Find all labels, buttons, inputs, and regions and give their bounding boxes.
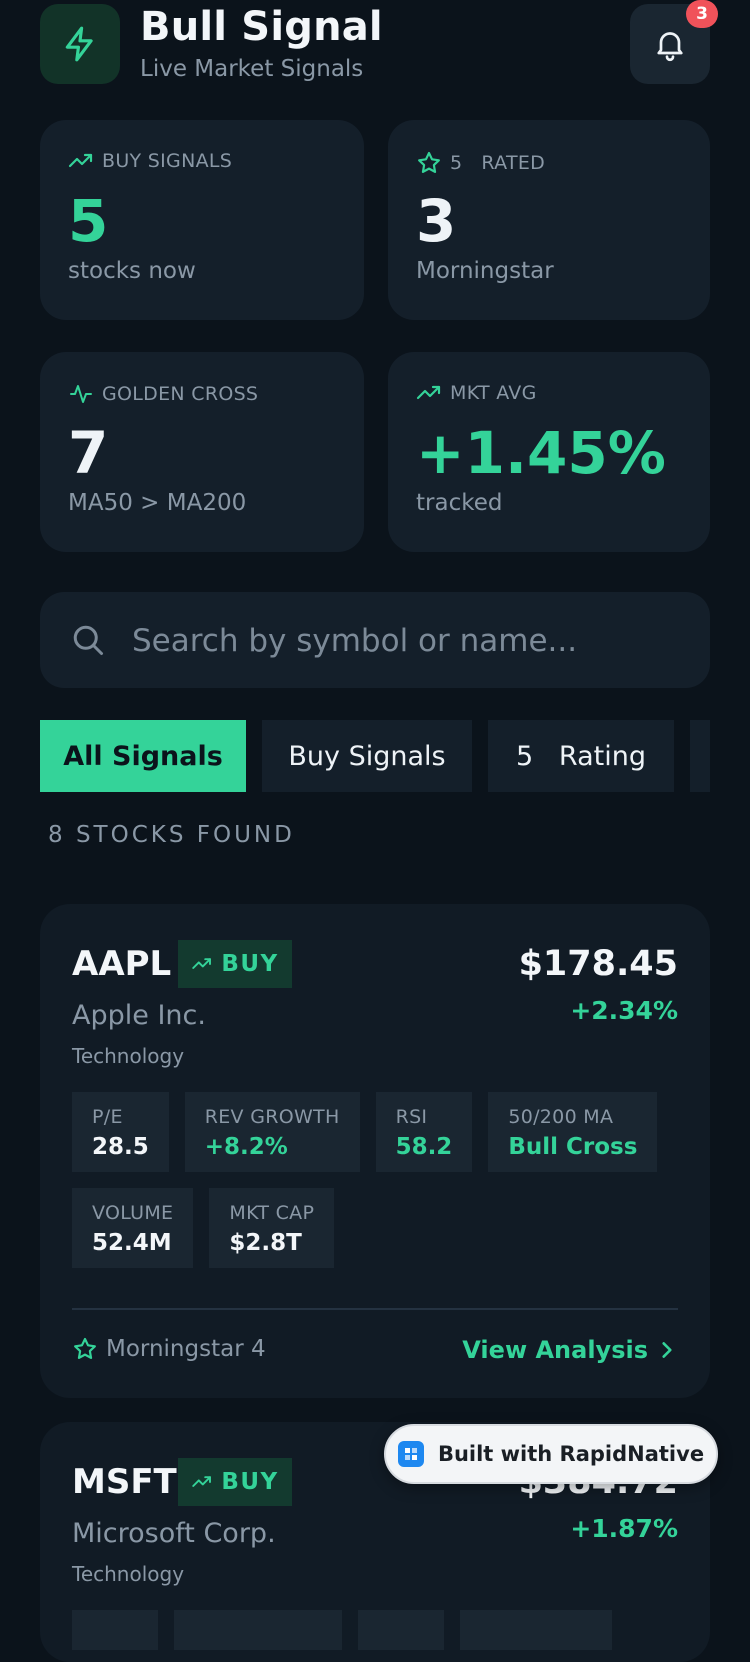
- sector: Technology: [72, 1044, 185, 1068]
- stat-label: MKT AVG: [450, 382, 537, 404]
- metric-rev-growth: REV GROWTH +8.2%: [184, 1092, 360, 1172]
- notification-badge: 3: [686, 0, 718, 28]
- metric-label: P/E: [92, 1106, 123, 1128]
- stat-label-row: GOLDEN CROSS: [68, 382, 258, 406]
- buy-badge: BUY: [178, 1458, 292, 1506]
- metrics-grid: P/E 28.5 REV GROWTH +8.2% RSI 58.2 50/20…: [72, 1092, 678, 1268]
- stat-sub: stocks now: [68, 258, 196, 284]
- tab-overflow[interactable]: [690, 720, 710, 792]
- search-icon: [73, 625, 103, 655]
- metric-rsi: RSI 58.2: [375, 1092, 473, 1172]
- search-bar: [40, 592, 710, 688]
- price-change: +2.34%: [570, 996, 678, 1025]
- card-divider: [72, 1308, 678, 1310]
- metric-value: 58.2: [395, 1134, 453, 1160]
- stat-sub: tracked: [416, 490, 503, 516]
- star-icon: [74, 1337, 96, 1359]
- company-name: Apple Inc.: [72, 1000, 206, 1031]
- stat-label-row: 5 RATED: [416, 150, 545, 176]
- metric-label: MKT CAP: [229, 1202, 315, 1224]
- tab-all-signals[interactable]: All Signals: [40, 720, 246, 792]
- view-analysis-label: View Analysis: [462, 1336, 648, 1364]
- built-with-badge[interactable]: Built with RapidNative: [384, 1424, 718, 1484]
- stat-card-market-average: MKT AVG +1.45% tracked: [388, 352, 710, 552]
- rapidnative-logo-icon: [397, 1441, 424, 1467]
- bell-icon: [657, 32, 683, 62]
- metric-label: VOLUME: [92, 1202, 174, 1224]
- signal-label: BUY: [221, 1469, 279, 1495]
- metric-chip: [174, 1610, 342, 1650]
- stock-symbol: MSFT: [72, 1462, 177, 1502]
- app-logo: [40, 4, 120, 84]
- app-title: Bull Signal: [140, 4, 383, 50]
- metric-value: Bull Cross: [508, 1134, 638, 1160]
- stock-card-aapl[interactable]: AAPL BUY Apple Inc. Technology $178.45 +…: [40, 904, 710, 1398]
- stat-label: 5 RATED: [450, 152, 546, 174]
- morningstar-label: Morningstar 4: [106, 1336, 266, 1362]
- price-change: +1.87%: [570, 1514, 678, 1543]
- stat-sub: Morningstar: [416, 258, 554, 284]
- metric-value: +8.2%: [204, 1134, 288, 1160]
- stat-label: GOLDEN CROSS: [102, 383, 259, 405]
- stock-symbol: AAPL: [72, 944, 172, 984]
- built-with-label: Built with RapidNative: [437, 1442, 705, 1466]
- metric-label: RSI: [395, 1106, 428, 1128]
- morningstar-rating: Morningstar 4: [72, 1336, 266, 1362]
- signal-label: BUY: [221, 951, 279, 977]
- metric-chip: [72, 1610, 158, 1650]
- trending-up-icon: [192, 1476, 212, 1487]
- results-count: 8 STOCKS FOUND: [48, 822, 295, 848]
- metric-pe: P/E 28.5: [72, 1092, 169, 1172]
- stock-price: $178.45: [518, 944, 678, 984]
- trending-up-icon: [416, 385, 441, 400]
- app-subtitle: Live Market Signals: [140, 56, 364, 82]
- metric-volume: VOLUME 52.4M: [72, 1188, 194, 1268]
- stat-card-rated: 5 RATED 3 Morningstar: [388, 120, 710, 320]
- star-icon: [418, 151, 440, 173]
- metric-moving-average: 50/200 MA Bull Cross: [488, 1092, 658, 1172]
- metric-label: REV GROWTH: [204, 1106, 340, 1128]
- metric-chip: [358, 1610, 444, 1650]
- buy-badge: BUY: [178, 940, 292, 988]
- view-analysis-link[interactable]: View Analysis: [462, 1336, 674, 1364]
- chevron-right-icon: [662, 1342, 672, 1358]
- stat-value: 3: [416, 187, 457, 255]
- sector: Technology: [72, 1562, 185, 1586]
- metric-label: 50/200 MA: [508, 1106, 614, 1128]
- stat-value: 7: [68, 419, 109, 487]
- trending-up-icon: [68, 153, 93, 168]
- search-input[interactable]: [130, 614, 694, 668]
- metric-value: 52.4M: [92, 1230, 172, 1256]
- trending-up-icon: [192, 958, 212, 969]
- metric-chip: [460, 1610, 612, 1650]
- stat-label-row: MKT AVG: [416, 382, 537, 404]
- stat-sub: MA50 > MA200: [68, 490, 247, 516]
- stat-label: BUY SIGNALS: [102, 150, 233, 172]
- metric-market-cap: MKT CAP $2.8T: [209, 1188, 335, 1268]
- lightning-icon: [65, 26, 93, 62]
- stat-card-buy-signals: BUY SIGNALS 5 stocks now: [40, 120, 364, 320]
- stat-card-golden-cross: GOLDEN CROSS 7 MA50 > MA200: [40, 352, 364, 552]
- metric-value: 28.5: [92, 1134, 149, 1160]
- tab-buy-signals[interactable]: Buy Signals: [262, 720, 472, 792]
- stat-value: 5: [68, 187, 109, 255]
- stat-value: +1.45%: [416, 419, 666, 487]
- company-name: Microsoft Corp.: [72, 1518, 276, 1549]
- tab-5-rating[interactable]: 5 Rating: [488, 720, 674, 792]
- activity-icon: [70, 385, 92, 403]
- stat-label-row: BUY SIGNALS: [68, 150, 232, 172]
- metric-value: $2.8T: [229, 1230, 302, 1256]
